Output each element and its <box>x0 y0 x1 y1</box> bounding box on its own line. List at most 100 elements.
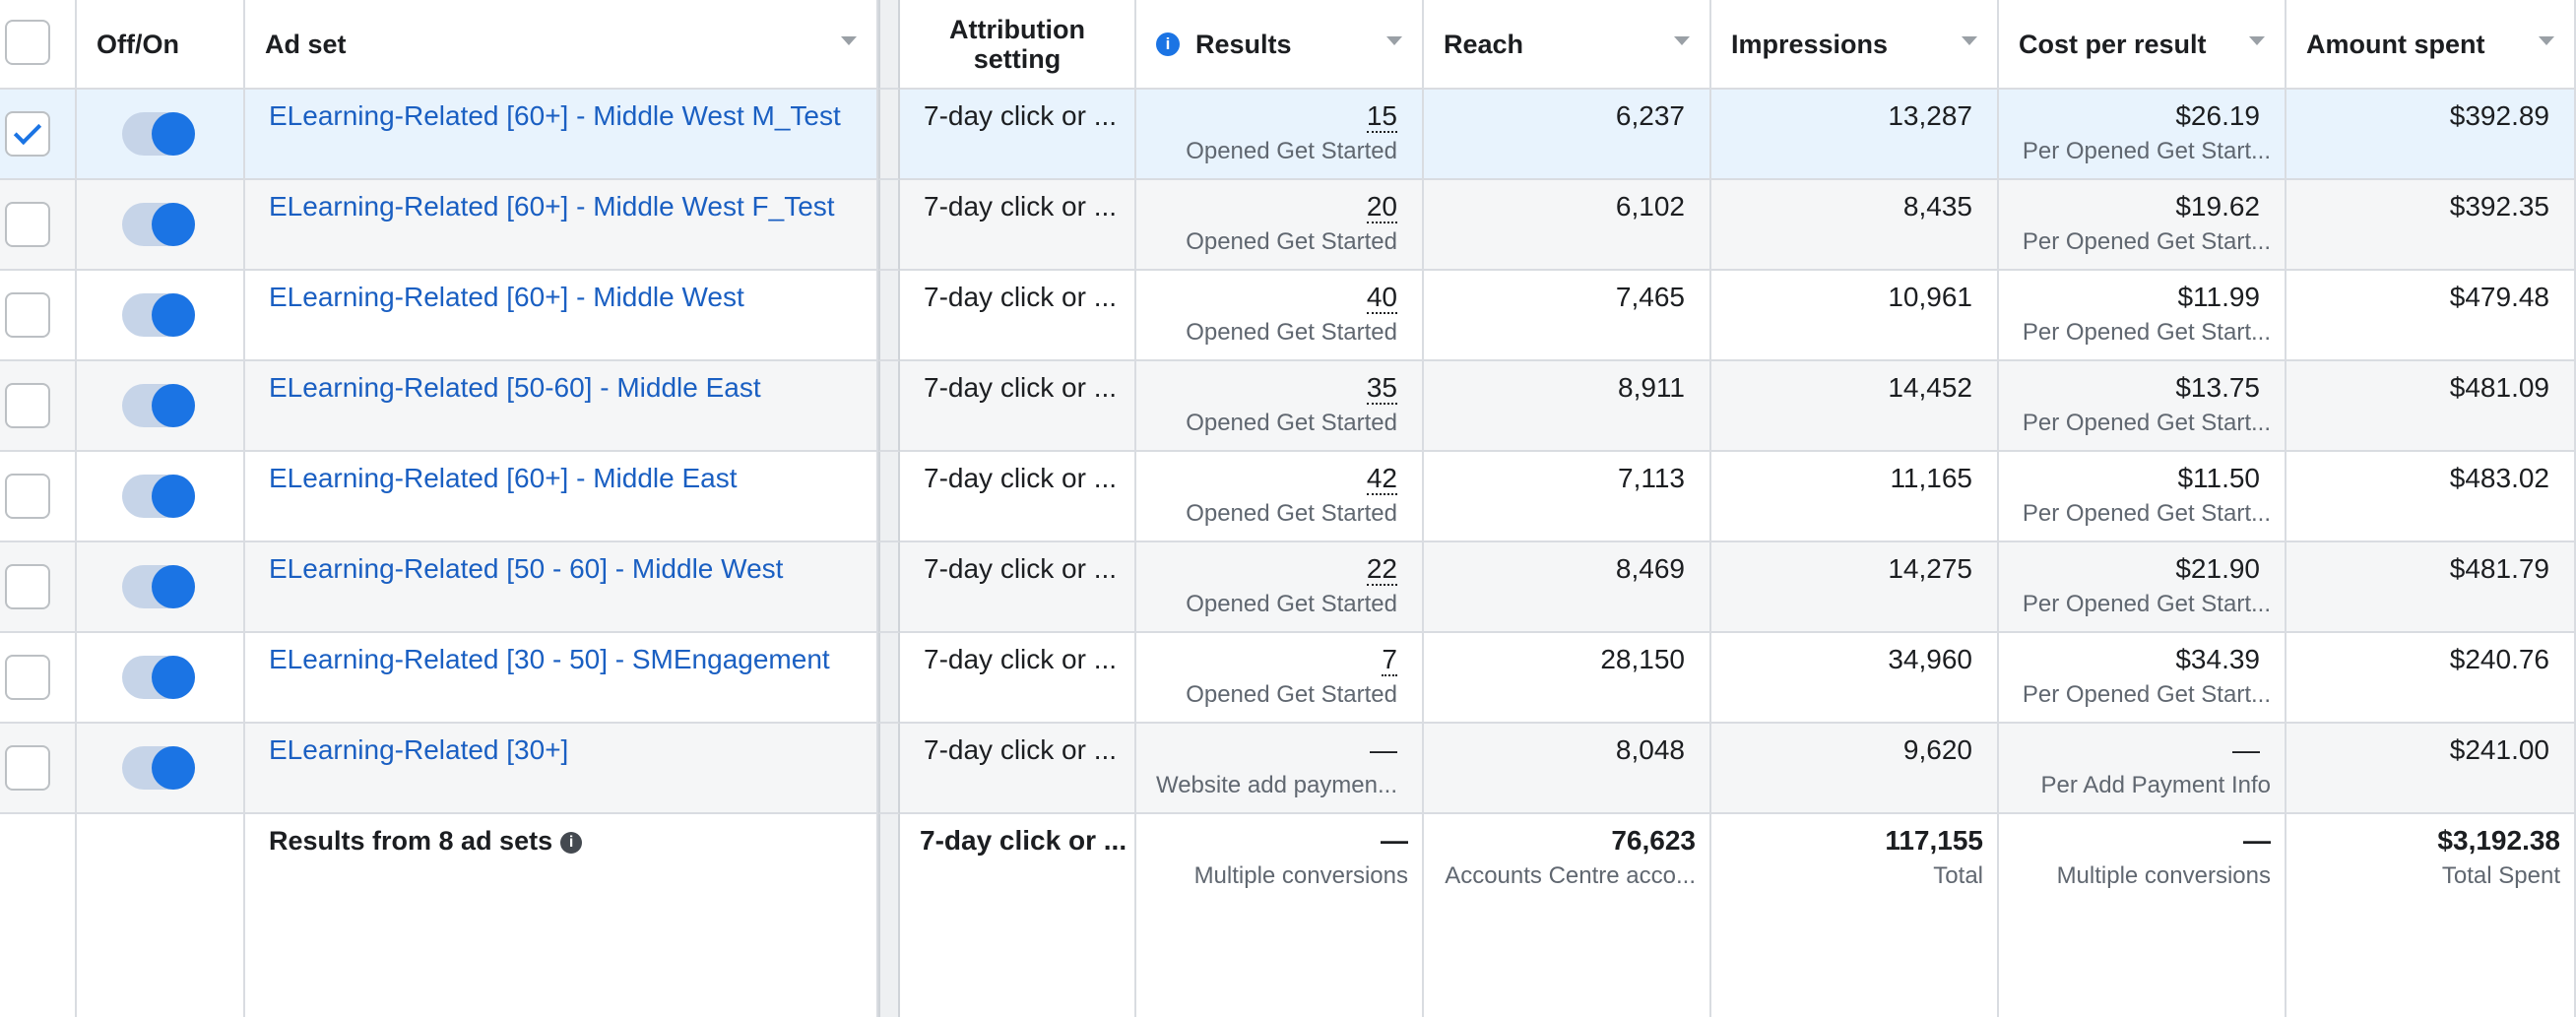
amount-spent-header[interactable]: Amount spent <box>2286 0 2576 90</box>
ad-set-name-link[interactable]: ELearning-Related [60+] - Middle West <box>245 271 878 361</box>
totals-cost-subtext: Multiple conversions <box>2056 862 2271 889</box>
ad-set-header[interactable]: Ad set <box>245 0 878 90</box>
spent-cell: $241.00 <box>2286 724 2576 814</box>
results-value[interactable]: 35 <box>1366 372 1397 405</box>
ad-set-name-link[interactable]: ELearning-Related [30 - 50] - SMEngageme… <box>245 633 878 724</box>
ad-set-name-link[interactable]: ELearning-Related [60+] - Middle West F_… <box>245 180 878 271</box>
spent-cell: $481.09 <box>2286 361 2576 452</box>
totals-spent-value: $3,192.38 <box>2437 825 2560 856</box>
results-value[interactable]: 20 <box>1366 191 1397 223</box>
ad-set-toggle[interactable] <box>122 293 195 337</box>
impressions-value: 14,275 <box>1888 553 1972 584</box>
impressions-value: 10,961 <box>1888 282 1972 312</box>
chevron-down-icon[interactable] <box>2539 36 2554 45</box>
attribution-header[interactable]: Attribution setting <box>900 0 1136 90</box>
reach-value: 8,911 <box>1618 372 1685 403</box>
totals-spent-cell: $3,192.38 Total Spent <box>2286 814 2576 1017</box>
results-value[interactable]: 42 <box>1366 463 1397 495</box>
impressions-cell: 13,287 <box>1711 90 1999 180</box>
toggle-knob <box>152 203 195 246</box>
reach-cell: 8,911 <box>1424 361 1711 452</box>
spent-cell: $392.89 <box>2286 90 2576 180</box>
cost-subtext: Per Opened Get Start... <box>2022 591 2271 617</box>
results-value[interactable]: — <box>1370 734 1397 765</box>
ad-set-toggle[interactable] <box>122 203 195 246</box>
results-value[interactable]: 40 <box>1366 282 1397 314</box>
impressions-value: 9,620 <box>1902 734 1972 765</box>
info-icon[interactable]: i <box>560 831 583 854</box>
totals-reach-cell: 76,623 Accounts Centre acco... <box>1424 814 1711 1017</box>
chevron-down-icon[interactable] <box>1674 36 1690 45</box>
ad-set-toggle[interactable] <box>122 746 195 790</box>
ad-set-toggle[interactable] <box>122 475 195 518</box>
row-checkbox[interactable] <box>5 655 50 700</box>
reach-value: 8,048 <box>1615 734 1685 765</box>
results-header[interactable]: i Results <box>1136 0 1424 90</box>
chevron-down-icon[interactable] <box>2249 36 2265 45</box>
results-value[interactable]: 15 <box>1366 100 1397 133</box>
chevron-down-icon[interactable] <box>841 36 857 45</box>
results-value[interactable]: 22 <box>1366 553 1397 586</box>
row-checkbox[interactable] <box>5 202 50 247</box>
row-checkbox[interactable] <box>5 564 50 609</box>
cost-subtext: Per Opened Get Start... <box>2022 138 2271 164</box>
row-checkbox[interactable] <box>5 111 50 157</box>
ad-set-toggle[interactable] <box>122 565 195 608</box>
amount-spent-label: Amount spent <box>2306 29 2485 59</box>
ad-set-toggle[interactable] <box>122 112 195 156</box>
ad-set-toggle[interactable] <box>122 384 195 427</box>
ad-set-toggle[interactable] <box>122 656 195 699</box>
impressions-header[interactable]: Impressions <box>1711 0 1999 90</box>
totals-label-cell: Results from 8 ad sets i <box>245 814 878 1017</box>
results-cell: 15 Opened Get Started <box>1136 90 1424 180</box>
results-subtext: Opened Get Started <box>1186 410 1397 436</box>
cost-subtext: Per Opened Get Start... <box>2022 228 2271 255</box>
ad-set-name-link[interactable]: ELearning-Related [30+] <box>245 724 878 814</box>
row-select-cell <box>0 724 77 814</box>
totals-reach-value: 76,623 <box>1611 825 1696 856</box>
toggle-cell <box>77 542 245 633</box>
totals-impressions-cell: 117,155 Total <box>1711 814 1999 1017</box>
reach-value: 6,102 <box>1615 191 1685 222</box>
results-label: Results <box>1195 29 1292 59</box>
ad-set-name-link[interactable]: ELearning-Related [50-60] - Middle East <box>245 361 878 452</box>
row-checkbox[interactable] <box>5 745 50 791</box>
info-icon[interactable]: i <box>1156 32 1180 56</box>
reach-header[interactable]: Reach <box>1424 0 1711 90</box>
row-checkbox[interactable] <box>5 474 50 519</box>
impressions-cell: 14,275 <box>1711 542 1999 633</box>
cost-subtext: Per Add Payment Info <box>2040 772 2271 798</box>
ad-set-name-link[interactable]: ELearning-Related [60+] - Middle West M_… <box>245 90 878 180</box>
row-select-cell <box>0 452 77 542</box>
totals-empty-cell <box>0 814 77 1017</box>
toggle-knob <box>152 384 195 427</box>
ad-set-name-link[interactable]: ELearning-Related [60+] - Middle East <box>245 452 878 542</box>
toggle-knob <box>152 293 195 337</box>
results-subtext: Opened Get Started <box>1186 319 1397 346</box>
results-cell: 35 Opened Get Started <box>1136 361 1424 452</box>
cost-cell: — Per Add Payment Info <box>1999 724 2286 814</box>
impressions-cell: 9,620 <box>1711 724 1999 814</box>
select-all-checkbox[interactable] <box>5 20 50 65</box>
results-value[interactable]: 7 <box>1382 644 1397 676</box>
ad-set-name-link[interactable]: ELearning-Related [50 - 60] - Middle Wes… <box>245 542 878 633</box>
row-checkbox[interactable] <box>5 383 50 428</box>
column-divider <box>878 814 900 1017</box>
totals-attribution: 7-day click or ... <box>900 814 1136 1017</box>
totals-results-cell: — Multiple conversions <box>1136 814 1424 1017</box>
reach-value: 8,469 <box>1615 553 1685 584</box>
row-checkbox[interactable] <box>5 292 50 338</box>
spent-cell: $240.76 <box>2286 633 2576 724</box>
column-divider[interactable] <box>878 0 900 90</box>
row-select-cell <box>0 180 77 271</box>
attribution-label: Attribution setting <box>949 14 1085 74</box>
chevron-down-icon[interactable] <box>1386 36 1402 45</box>
results-subtext: Opened Get Started <box>1186 681 1397 708</box>
column-divider <box>878 542 900 633</box>
results-cell: 42 Opened Get Started <box>1136 452 1424 542</box>
cost-per-result-header[interactable]: Cost per result <box>1999 0 2286 90</box>
results-cell: 22 Opened Get Started <box>1136 542 1424 633</box>
row-select-cell <box>0 90 77 180</box>
off-on-header[interactable]: Off/On <box>77 0 245 90</box>
chevron-down-icon[interactable] <box>1962 36 1977 45</box>
